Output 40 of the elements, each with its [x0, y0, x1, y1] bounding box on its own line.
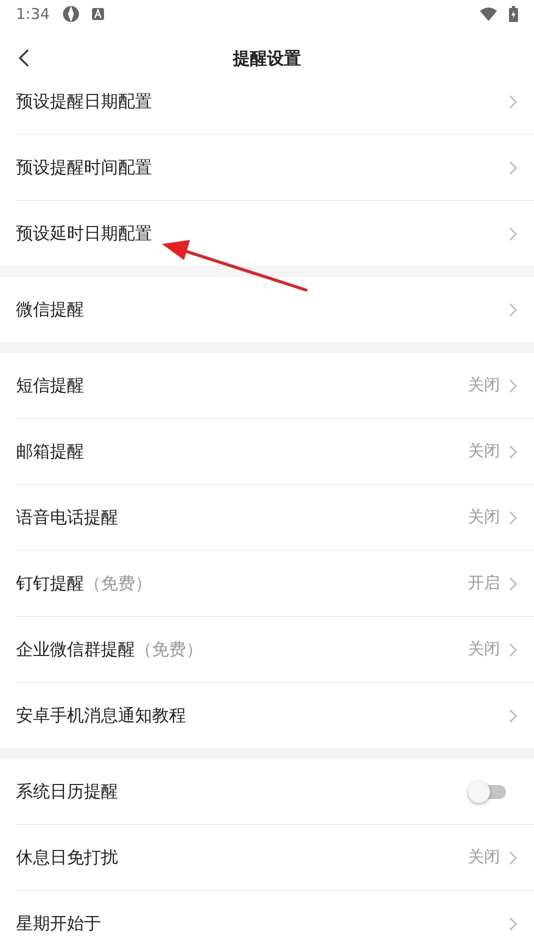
setting-label[interactable]: 预设提醒日期配置 [16, 90, 152, 113]
setting-label[interactable]: 预设延时日期配置 [16, 222, 152, 245]
chevron-icon [508, 510, 518, 526]
wifi-icon [480, 7, 497, 21]
setting-label[interactable]: 短信提醒 [16, 374, 84, 397]
chevron-icon [508, 708, 518, 724]
setting-label[interactable]: 微信提醒 [16, 298, 84, 321]
setting-label[interactable]: 邮箱提醒 [16, 440, 84, 463]
status-value: 关闭 [468, 639, 500, 660]
app-icon [62, 5, 80, 23]
note-text: （免费） [135, 639, 203, 661]
status-value: 关闭 [468, 375, 500, 396]
clock: 1:34 [16, 5, 50, 23]
keyboard-icon [92, 8, 104, 20]
chevron-icon [508, 160, 518, 176]
setting-label[interactable]: 系统日历提醒 [16, 780, 118, 803]
chevron-icon [508, 850, 518, 866]
chevron-icon [508, 378, 518, 394]
status-value: 关闭 [468, 441, 500, 462]
setting-label[interactable]: 安卓手机消息通知教程 [16, 704, 186, 727]
battery-icon [509, 6, 518, 22]
setting-label[interactable]: 预设提醒时间配置 [16, 156, 152, 179]
setting-label[interactable]: 语音电话提醒 [16, 506, 118, 529]
status-value: 开启 [468, 573, 500, 594]
chevron-icon [508, 576, 518, 592]
chevron-icon [508, 302, 518, 318]
chevron-icon [508, 444, 518, 460]
page-title: 提醒设置 [233, 48, 301, 70]
status-value: 关闭 [468, 847, 500, 868]
setting-label[interactable]: 星期开始于 [16, 912, 101, 935]
chevron-icon [508, 916, 518, 932]
setting-label[interactable]: 钉钉提醒 [16, 572, 84, 595]
setting-label[interactable]: 休息日免打扰 [16, 846, 118, 869]
chevron-icon [508, 226, 518, 242]
chevron-icon [508, 94, 518, 110]
setting-label[interactable]: 企业微信群提醒 [16, 638, 135, 661]
toggle-switch[interactable] [468, 780, 506, 802]
chevron-icon [508, 642, 518, 658]
note-text: （免费） [84, 573, 152, 595]
status-value: 关闭 [468, 507, 500, 528]
